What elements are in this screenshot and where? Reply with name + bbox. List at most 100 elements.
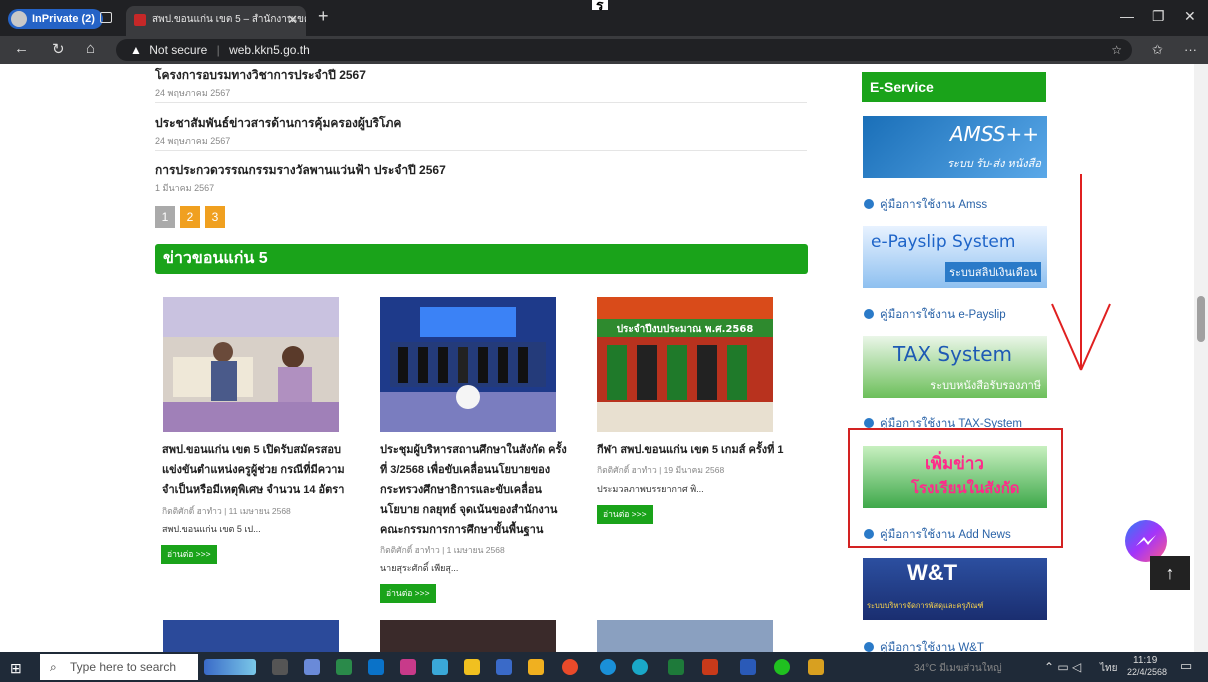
warning-icon: ▲ bbox=[130, 43, 142, 57]
weather-widget-icon[interactable] bbox=[204, 659, 256, 675]
news-card-image[interactable] bbox=[597, 620, 773, 652]
down-arrow-annotation bbox=[1051, 174, 1111, 371]
tray-icons[interactable]: ⌃ ▭ ◁ bbox=[1044, 660, 1081, 674]
inprivate-badge[interactable]: InPrivate (2) bbox=[8, 9, 103, 29]
more-menu-icon[interactable]: ··· bbox=[1184, 42, 1197, 57]
wt-banner[interactable]: W&T ระบบบริหารจัดการพัสดุและครุภัณฑ์ bbox=[863, 558, 1047, 620]
banner-subtitle: ระบบสลิปเงินเดือน bbox=[945, 262, 1041, 282]
powerpoint-icon[interactable] bbox=[702, 659, 718, 675]
excel-icon[interactable] bbox=[668, 659, 684, 675]
news-card-title[interactable]: สพป.ขอนแก่น เขต 5 เปิดรับสมัครสอบ แข่งขั… bbox=[162, 440, 345, 500]
overlay-glyph: ร bbox=[592, 0, 608, 12]
title-line: นโยบาย กลยุทธ์ จุดเน้นของสำนักงาน bbox=[380, 504, 558, 516]
restore-icon[interactable]: ❐ bbox=[1152, 8, 1165, 25]
language-indicator[interactable]: ไทย bbox=[1100, 661, 1117, 676]
read-more-button[interactable]: อ่านต่อ >>> bbox=[597, 505, 653, 524]
page-1-button[interactable]: 1 bbox=[155, 206, 175, 228]
link-label: คู่มือการใช้งาน W&T bbox=[880, 642, 984, 652]
banner-title: AMSS++ bbox=[949, 122, 1039, 146]
amss-manual-link[interactable]: คู่มือการใช้งาน Amss bbox=[864, 196, 987, 214]
favorite-star-icon[interactable]: ☆ bbox=[1111, 39, 1122, 61]
news-card-title[interactable]: ประชุมผู้บริหารสถานศึกษาในสังกัด ครั้ง ท… bbox=[380, 440, 567, 540]
read-more-button[interactable]: อ่านต่อ >>> bbox=[380, 584, 436, 603]
news-card-title[interactable]: กีฬา สพป.ขอนแก่น เขต 5 เกมส์ ครั้งที่ 1 bbox=[597, 440, 784, 460]
news-list-title[interactable]: ประชาสัมพันธ์ข่าวสารด้านการคุ้มครองผู้บร… bbox=[155, 114, 401, 133]
banner-subtitle: ระบบบริหารจัดการพัสดุและครุภัณฑ์ bbox=[867, 601, 984, 610]
title-line: ประชุมผู้บริหารสถานศึกษาในสังกัด ครั้ง bbox=[380, 444, 567, 456]
title-line: กระทรวงศึกษาธิการและขับเคลื่อน bbox=[380, 484, 542, 496]
eservice-heading: E-Service bbox=[862, 72, 1046, 102]
read-more-button[interactable]: อ่านต่อ >>> bbox=[161, 545, 217, 564]
news-card-meta: กิตติศักดิ์ ฮาทำว | 19 มีนาคม 2568 bbox=[597, 465, 725, 475]
url-text: web.kkn5.go.th bbox=[229, 43, 310, 57]
title-line: ที่ 3/2568 เพื่อขับเคลื่อนนโยบายของ bbox=[380, 464, 551, 476]
close-window-icon[interactable]: ✕ bbox=[1184, 8, 1196, 25]
minimize-icon[interactable]: — bbox=[1120, 8, 1134, 24]
scrollbar-thumb[interactable] bbox=[1197, 296, 1205, 342]
web-page: โครงการอบรมทางวิชาการประจำปี 2567 24 พฤษ… bbox=[0, 64, 1208, 652]
banner-title: TAX System bbox=[893, 342, 1012, 366]
windows-taskbar: ⊞ ⌕ Type here to search 34°C มีเมฆส่วนให… bbox=[0, 652, 1208, 682]
news-list-title[interactable]: การประกวดวรรณกรรมรางวัลพานแว่นฟ้า ประจำป… bbox=[155, 161, 446, 180]
news-card-image[interactable] bbox=[163, 297, 339, 432]
app-icon[interactable] bbox=[400, 659, 416, 675]
windows-start-icon[interactable]: ⊞ bbox=[10, 660, 22, 677]
browser-tab-active[interactable]: สพป.ขอนแก่น เขต 5 – สำนักงานเขตพื้ ✕ bbox=[126, 6, 306, 36]
epayslip-banner[interactable]: e-Payslip System ระบบสลิปเงินเดือน bbox=[863, 226, 1047, 288]
line-icon[interactable] bbox=[774, 659, 790, 675]
epayslip-manual-link[interactable]: คู่มือการใช้งาน e-Payslip bbox=[864, 306, 1006, 324]
favorites-icon[interactable]: ✩ bbox=[1152, 42, 1163, 58]
news-card-meta: กิตติศักดิ์ ฮาทำว | 1 เมษายน 2568 bbox=[380, 545, 505, 555]
back-icon[interactable]: ← bbox=[14, 40, 29, 57]
new-tab-button[interactable]: + bbox=[318, 6, 329, 27]
photo-placeholder bbox=[380, 297, 556, 432]
clock-time[interactable]: 11:19 bbox=[1133, 655, 1157, 666]
task-view-icon[interactable] bbox=[272, 659, 288, 675]
chrome-icon[interactable] bbox=[562, 659, 578, 675]
notifications-icon[interactable]: ▭ bbox=[1180, 658, 1192, 674]
refresh-icon[interactable]: ↻ bbox=[52, 40, 65, 58]
scroll-top-button[interactable]: ↑ bbox=[1150, 556, 1190, 590]
banner-title: W&T bbox=[907, 560, 958, 585]
highlight-box bbox=[848, 428, 1063, 548]
news-card-excerpt: สพป.ขอนแก่น เขต 5 เป... bbox=[162, 524, 261, 534]
app-icon[interactable] bbox=[496, 659, 512, 675]
news-list-date: 24 พฤษภาคม 2567 bbox=[155, 136, 231, 146]
clock-date[interactable]: 22/4/2568 bbox=[1127, 667, 1167, 677]
calculator-icon[interactable] bbox=[336, 659, 352, 675]
search-placeholder: Type here to search bbox=[70, 660, 177, 674]
tax-banner[interactable]: TAX System ระบบหนังสือรับรองภาษี bbox=[863, 336, 1047, 398]
banner-caption: ประจำปีงบประมาณ พ.ศ.2568 bbox=[617, 323, 754, 335]
edge-icon[interactable] bbox=[600, 659, 616, 675]
news-card-image[interactable] bbox=[380, 297, 556, 432]
title-line: คณะกรรมการการศึกษาขั้นพื้นฐาน bbox=[380, 524, 544, 536]
link-label: คู่มือการใช้งาน Amss bbox=[880, 199, 988, 211]
app-icon[interactable] bbox=[304, 659, 320, 675]
news-card-image[interactable]: ประจำปีงบประมาณ พ.ศ.2568 bbox=[597, 297, 773, 432]
title-line: จำเป็นหรือมีเหตุพิเศษ จำนวน 14 อัตรา bbox=[162, 484, 345, 496]
app-icon[interactable] bbox=[432, 659, 448, 675]
home-icon[interactable]: ⌂ bbox=[86, 40, 95, 57]
news-list-title[interactable]: โครงการอบรมทางวิชาการประจำปี 2567 bbox=[155, 66, 366, 85]
close-tab-icon[interactable]: ✕ bbox=[287, 6, 298, 34]
news-card-image[interactable] bbox=[163, 620, 339, 652]
word-icon[interactable] bbox=[740, 659, 756, 675]
taskbar-search[interactable]: ⌕ Type here to search bbox=[40, 654, 198, 680]
divider bbox=[155, 150, 807, 151]
page-3-button[interactable]: 3 bbox=[205, 206, 225, 228]
banner-title: e-Payslip System bbox=[871, 232, 1016, 252]
news-card-image[interactable] bbox=[380, 620, 556, 652]
app-icon[interactable] bbox=[528, 659, 544, 675]
tab-actions-icon[interactable] bbox=[100, 12, 112, 23]
address-bar[interactable]: ▲ Not secure | web.kkn5.go.th ☆ bbox=[116, 39, 1132, 61]
page-scrollbar[interactable] bbox=[1194, 64, 1208, 652]
outlook-icon[interactable] bbox=[368, 659, 384, 675]
amss-banner[interactable]: AMSS++ ระบบ รับ-ส่ง หนังสือ bbox=[863, 116, 1047, 178]
app-icon[interactable] bbox=[808, 659, 824, 675]
wt-manual-link[interactable]: คู่มือการใช้งาน W&T bbox=[864, 639, 984, 652]
url-separator: | bbox=[216, 43, 220, 57]
file-explorer-icon[interactable] bbox=[464, 659, 480, 675]
weather-text[interactable]: 34°C มีเมฆส่วนใหญ่ bbox=[914, 661, 1002, 676]
app-icon[interactable] bbox=[632, 659, 648, 675]
page-2-button[interactable]: 2 bbox=[180, 206, 200, 228]
